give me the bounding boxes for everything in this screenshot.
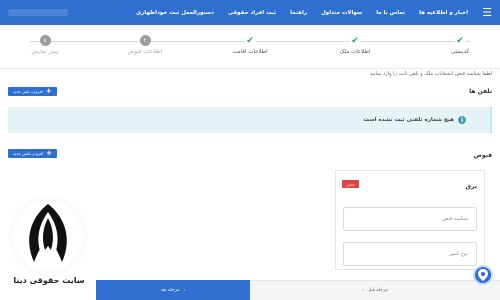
nav-item-news[interactable]: اخبار و اطلاعیه ها xyxy=(419,10,468,16)
intro-text: لطفا شناسه قبض انشعابات ملک و تلفن ثابت … xyxy=(370,71,492,77)
no-phones-message: هیچ شماره تلفنی ثبت نشده است xyxy=(363,117,454,123)
step-label: اطلاعات قبوض xyxy=(127,49,163,55)
step-postal-code: ✔ کدپستی xyxy=(430,32,490,55)
add-phone-button[interactable]: + افزودن تلفن جدید xyxy=(8,87,57,96)
meter-type-field[interactable]: نوع کنتور xyxy=(343,242,477,266)
hamburger-menu-icon[interactable]: ☰ xyxy=(478,0,492,25)
watermark-logo: سایت حقوقی دینا xyxy=(0,192,96,300)
remove-bill-button[interactable]: حذف xyxy=(342,180,359,188)
step-preview: ۵ پیش نمایش xyxy=(15,32,75,55)
watermark-text: سایت حقوقی دینا xyxy=(13,276,85,285)
bill-id-field[interactable]: شناسه قبض xyxy=(343,207,477,231)
check-icon: ✔ xyxy=(244,35,256,46)
nav-item-contact[interactable]: تماس با ما xyxy=(376,10,405,16)
step-label: اطلاعات ملک xyxy=(339,49,371,55)
plus-icon: + xyxy=(46,149,53,157)
no-phones-alert: i هیچ شماره تلفنی ثبت نشده است xyxy=(8,107,492,133)
top-navbar: ☰ اخبار و اطلاعیه ها تماس با ما سوالات م… xyxy=(0,0,500,25)
nav-item-instructions[interactable]: دستورالعمل ثبت خوداظهاری xyxy=(136,10,214,16)
chevron-left-icon: ‹ xyxy=(183,287,186,293)
step-property-info: ✔ اطلاعات ملک xyxy=(325,32,385,55)
check-icon: ✔ xyxy=(454,35,466,46)
step-label: پیش نمایش xyxy=(31,49,59,55)
bills-section-title: قبوض xyxy=(473,152,492,159)
add-bill-label: افزودن قبض جدید xyxy=(13,151,44,156)
prev-step-label: مرحله قبل xyxy=(367,288,388,293)
step-label: اطلاعات اقامت xyxy=(232,49,268,55)
nav-item-legal-registration[interactable]: ثبت افراد حقوقی xyxy=(228,10,276,16)
chevron-right-icon: › xyxy=(362,288,364,293)
step-bills-info: ۴ اطلاعات قبوض xyxy=(115,32,175,55)
nav-item-faq[interactable]: سوالات متداول xyxy=(321,10,362,16)
bill-card-title: برق xyxy=(465,183,477,190)
progress-stepper: ✔ کدپستی ✔ اطلاعات ملک ✔ اطلاعات اقامت ۴… xyxy=(10,32,490,64)
nav-item-guide[interactable]: راهنما xyxy=(290,10,307,16)
emblem-icon xyxy=(8,196,88,276)
step-residence-info: ✔ اطلاعات اقامت xyxy=(220,32,280,55)
next-step-label: مرحله بعد xyxy=(160,287,180,293)
electricity-bill-card: برق حذف شناسه قبض نوع کنتور xyxy=(335,170,485,270)
plus-icon: + xyxy=(45,87,52,95)
step-label: کدپستی xyxy=(450,49,470,55)
location-pin-icon[interactable] xyxy=(473,265,493,285)
previous-step-button[interactable]: مرحله قبل › xyxy=(250,280,500,300)
next-step-button[interactable]: ‹ مرحله بعد xyxy=(96,280,250,300)
phones-section-title: تلفن ها xyxy=(469,88,492,95)
step-number: ۵ xyxy=(39,35,51,46)
step-number: ۴ xyxy=(139,35,151,46)
add-bill-button[interactable]: + افزودن قبض جدید xyxy=(8,149,58,158)
section-divider xyxy=(0,68,500,69)
check-icon: ✔ xyxy=(349,35,361,46)
add-phone-label: افزودن تلفن جدید xyxy=(13,89,43,94)
info-icon: i xyxy=(458,116,466,124)
site-logo xyxy=(8,9,68,16)
